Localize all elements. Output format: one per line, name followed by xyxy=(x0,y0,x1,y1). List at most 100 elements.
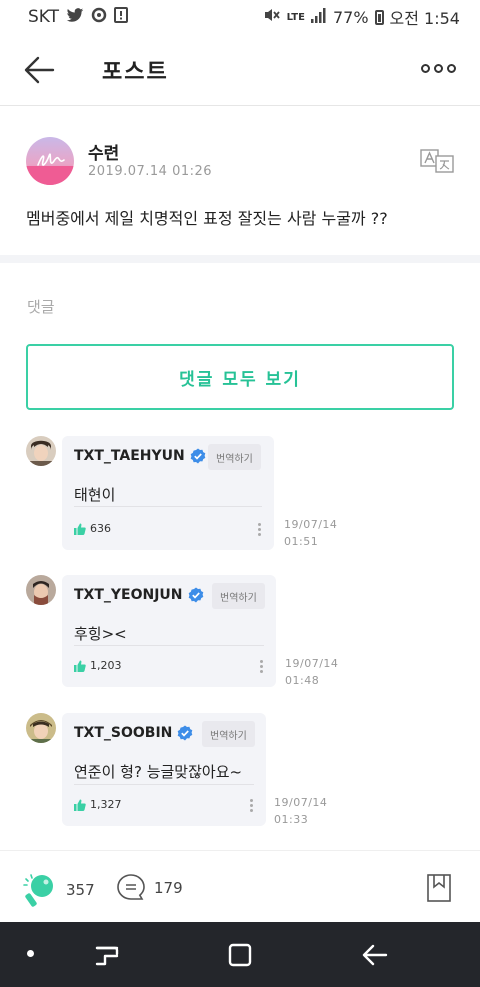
translate-button[interactable]: 번역하기 xyxy=(208,444,261,470)
comment-item: TXT_SOOBIN 번역하기 연준이 형? 능글맞잖아요~ 1,327 19/… xyxy=(26,713,466,826)
kebab-dot-icon xyxy=(260,660,263,663)
comment-divider xyxy=(74,645,264,646)
page-title: 포스트 xyxy=(102,60,169,85)
comment-divider xyxy=(74,784,254,785)
recent-apps-button[interactable] xyxy=(92,940,122,970)
comment-bubble: TXT_TAEHYUN 번역하기 태현이 636 xyxy=(62,436,274,550)
kebab-dot-icon xyxy=(260,670,263,673)
comment-item: TXT_YEONJUN 번역하기 후힝>< 1,203 19/07/14 01:… xyxy=(26,575,466,687)
more-dot-icon xyxy=(434,64,443,73)
home-button[interactable] xyxy=(225,940,255,970)
commenter-name[interactable]: TXT_TAEHYUN xyxy=(74,448,185,464)
more-options-button[interactable] xyxy=(421,64,456,73)
comment-text: 태현이 xyxy=(74,486,116,504)
signal-icon xyxy=(310,7,327,27)
thumbs-up-icon xyxy=(74,660,86,672)
like-count: 1,203 xyxy=(90,659,122,672)
cheer-lightstick-icon xyxy=(23,874,53,907)
commenter-name[interactable]: TXT_SOOBIN xyxy=(74,725,172,741)
like-count: 636 xyxy=(90,522,111,535)
comment-time: 01:51 xyxy=(284,535,319,548)
comment-menu-button[interactable] xyxy=(250,799,254,812)
commenter-name-row: TXT_YEONJUN xyxy=(74,587,204,603)
comment-bubble: TXT_SOOBIN 번역하기 연준이 형? 능글맞잖아요~ 1,327 xyxy=(62,713,266,826)
twitter-icon xyxy=(66,7,84,27)
commenter-name-row: TXT_SOOBIN xyxy=(74,725,193,741)
kebab-dot-icon xyxy=(250,809,253,812)
commenter-avatar[interactable] xyxy=(26,436,56,466)
post-card: 수련 2019.07.14 01:26 멤버중에서 제일 치명적인 표정 잘짓는… xyxy=(0,107,480,255)
recents-icon xyxy=(95,946,119,966)
verified-badge-icon xyxy=(190,448,206,464)
author-name[interactable]: 수련 xyxy=(88,139,119,164)
thumbs-up-icon xyxy=(74,799,86,811)
kebab-dot-icon xyxy=(258,533,261,536)
translate-button[interactable]: 번역하기 xyxy=(212,583,265,609)
like-button[interactable]: 1,327 xyxy=(74,798,122,811)
bookmark-icon xyxy=(427,874,451,902)
comment-count: 179 xyxy=(154,879,183,897)
commenter-name-row: TXT_TAEHYUN xyxy=(74,448,206,464)
kebab-dot-icon xyxy=(260,665,263,668)
comment-date: 19/07/14 xyxy=(285,657,339,670)
comment-time: 01:33 xyxy=(274,813,309,826)
like-button[interactable]: 636 xyxy=(74,522,111,535)
arrow-left-icon xyxy=(24,56,55,84)
view-all-comments-button[interactable]: 댓글 모두 보기 xyxy=(26,344,454,410)
clock: 오전 1:54 xyxy=(389,9,460,28)
section-divider xyxy=(0,255,480,263)
comment-text: 후힝>< xyxy=(74,625,127,643)
camera-app-icon xyxy=(91,7,107,27)
post-action-bar: 357 179 xyxy=(0,850,480,922)
translate-icon[interactable] xyxy=(420,149,454,173)
top-app-bar: 포스트 xyxy=(0,34,480,106)
comment-text: 연준이 형? 능글맞잖아요~ xyxy=(74,763,243,781)
comment-bubble-icon xyxy=(117,874,145,900)
status-bar: SKT LTE 77% 오전 1:54 xyxy=(0,0,480,34)
cheer-button[interactable]: 357 xyxy=(22,873,95,907)
more-dot-icon xyxy=(421,64,430,73)
back-arrow-icon xyxy=(362,944,388,966)
commenter-avatar[interactable] xyxy=(26,575,56,605)
comment-timestamp: 19/07/14 01:48 xyxy=(285,655,338,689)
comment-time: 01:48 xyxy=(285,674,320,687)
home-square-icon xyxy=(228,943,252,967)
back-button[interactable] xyxy=(22,52,58,88)
author-avatar[interactable] xyxy=(26,137,74,185)
system-back-button[interactable] xyxy=(360,940,390,970)
battery-percent: 77% xyxy=(332,7,369,27)
comment-divider xyxy=(74,506,262,507)
comment-timestamp: 19/07/14 01:33 xyxy=(274,794,327,828)
more-dot-icon xyxy=(447,64,456,73)
like-button[interactable]: 1,203 xyxy=(74,659,122,672)
comment-timestamp: 19/07/14 01:51 xyxy=(284,516,337,550)
kebab-dot-icon xyxy=(258,523,261,526)
post-date: 2019.07.14 01:26 xyxy=(88,164,213,179)
comments-heading: 댓글 xyxy=(27,298,55,316)
avatar-script-icon xyxy=(26,153,74,185)
mute-icon xyxy=(263,7,281,27)
commenter-name[interactable]: TXT_YEONJUN xyxy=(74,587,183,603)
thumbs-up-icon xyxy=(74,523,86,535)
verified-badge-icon xyxy=(188,587,203,603)
comment-item: TXT_TAEHYUN 번역하기 태현이 636 19/07/14 01:51 xyxy=(26,436,466,550)
comment-menu-button[interactable] xyxy=(258,523,262,536)
verified-badge-icon xyxy=(178,725,193,741)
comment-date: 19/07/14 xyxy=(284,518,338,531)
comment-button[interactable]: 179 xyxy=(116,873,183,903)
comment-date: 19/07/14 xyxy=(274,796,328,809)
cheer-count: 357 xyxy=(66,881,95,899)
kebab-dot-icon xyxy=(250,799,253,802)
like-count: 1,327 xyxy=(90,798,122,811)
nav-indicator-dot xyxy=(27,950,34,957)
commenter-avatar[interactable] xyxy=(26,713,56,743)
system-navigation-bar xyxy=(0,922,480,987)
kebab-dot-icon xyxy=(250,804,253,807)
translate-button[interactable]: 번역하기 xyxy=(202,721,255,747)
notification-icon xyxy=(114,7,129,27)
post-body: 멤버중에서 제일 치명적인 표정 잘짓는 사람 누굴까 ?? xyxy=(26,209,388,228)
comment-menu-button[interactable] xyxy=(260,660,264,673)
comment-bubble: TXT_YEONJUN 번역하기 후힝>< 1,203 xyxy=(62,575,276,687)
bookmark-button[interactable] xyxy=(426,873,452,903)
network-type: LTE xyxy=(286,11,305,23)
